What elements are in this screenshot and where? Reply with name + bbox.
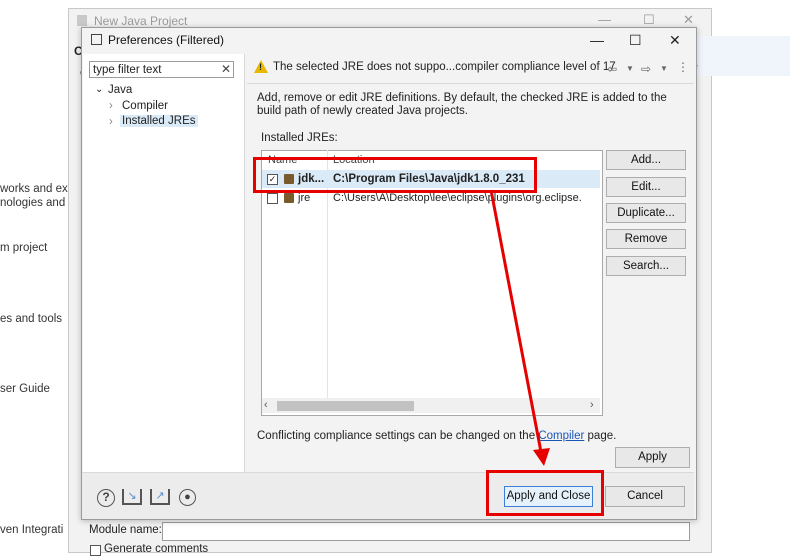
annotation-arrow (489, 189, 550, 466)
